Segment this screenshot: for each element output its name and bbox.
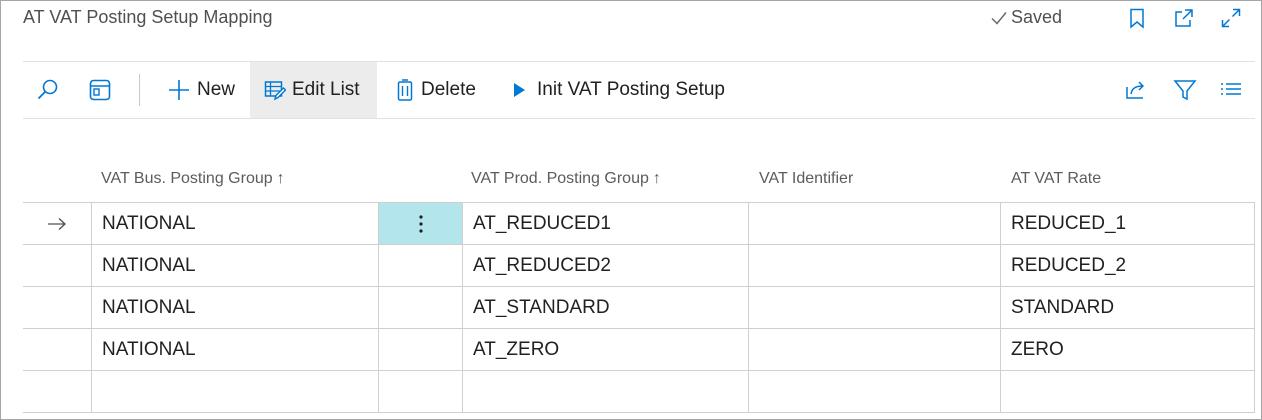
delete-button[interactable]: Delete bbox=[391, 62, 480, 118]
row-actions-button[interactable] bbox=[379, 203, 463, 244]
cell-vat-bus-posting-group[interactable]: NATIONAL bbox=[91, 287, 379, 328]
column-header-label: VAT Identifier bbox=[759, 170, 854, 187]
row-actions-cell[interactable] bbox=[379, 329, 463, 370]
init-vat-posting-setup-label: Init VAT Posting Setup bbox=[537, 79, 725, 100]
row-actions-cell[interactable] bbox=[379, 371, 463, 412]
column-header-label: VAT Prod. Posting Group bbox=[471, 170, 649, 187]
saved-label: Saved bbox=[1011, 7, 1063, 27]
init-vat-posting-setup-button[interactable]: Init VAT Posting Setup bbox=[507, 62, 729, 118]
checkmark-icon bbox=[991, 11, 1007, 25]
search-icon bbox=[37, 79, 58, 100]
cell-vat-bus-posting-group[interactable] bbox=[91, 371, 379, 412]
open-in-new-window-icon bbox=[1175, 9, 1193, 27]
edit-list-button[interactable]: Edit List bbox=[250, 62, 377, 118]
bookmark-button[interactable] bbox=[1126, 7, 1148, 29]
play-icon bbox=[514, 83, 525, 97]
column-header-vat-bus-posting-group[interactable]: VAT Bus. Posting Group ↑ bbox=[91, 156, 461, 202]
edit-list-button-label: Edit List bbox=[292, 79, 360, 100]
table-row[interactable]: NATIONAL AT_REDUCED1 REDUCED_1 bbox=[23, 203, 1255, 245]
page-frame: AT VAT Posting Setup Mapping Saved New E… bbox=[0, 0, 1262, 420]
cell-vat-bus-posting-group[interactable]: NATIONAL bbox=[91, 329, 379, 370]
view-toggle-button[interactable] bbox=[85, 62, 115, 118]
share-icon bbox=[1126, 81, 1145, 99]
filter-icon bbox=[1173, 80, 1197, 101]
row-indicator bbox=[23, 203, 91, 244]
cell-at-vat-rate[interactable] bbox=[1001, 371, 1255, 412]
cell-at-vat-rate[interactable]: ZERO bbox=[1001, 329, 1255, 370]
saved-status: Saved bbox=[989, 7, 1062, 28]
column-header-label: VAT Bus. Posting Group bbox=[101, 170, 273, 187]
cell-vat-identifier[interactable] bbox=[749, 203, 1001, 244]
table-row[interactable]: NATIONAL AT_REDUCED2 REDUCED_2 bbox=[23, 245, 1255, 287]
expand-icon bbox=[1221, 8, 1241, 28]
delete-button-label: Delete bbox=[421, 79, 476, 100]
table-row-empty[interactable] bbox=[23, 371, 1255, 413]
cell-vat-identifier[interactable] bbox=[749, 371, 1001, 412]
view-toggle-icon bbox=[89, 79, 111, 101]
sort-ascending-icon: ↑ bbox=[652, 170, 661, 187]
list-view-icon bbox=[1221, 83, 1241, 95]
cell-vat-prod-posting-group[interactable]: AT_REDUCED2 bbox=[463, 245, 749, 286]
edit-list-icon bbox=[264, 81, 286, 101]
share-button[interactable] bbox=[1123, 62, 1149, 118]
cell-vat-identifier[interactable] bbox=[749, 287, 1001, 328]
bookmark-icon bbox=[1130, 8, 1144, 29]
open-in-new-window-button[interactable] bbox=[1173, 7, 1195, 29]
page-title: AT VAT Posting Setup Mapping bbox=[23, 7, 273, 27]
table-row[interactable]: NATIONAL AT_STANDARD STANDARD bbox=[23, 287, 1255, 329]
column-header-at-vat-rate[interactable]: AT VAT Rate bbox=[1001, 156, 1255, 202]
row-actions-cell[interactable] bbox=[379, 287, 463, 328]
cell-vat-prod-posting-group[interactable] bbox=[463, 371, 749, 412]
cell-at-vat-rate[interactable]: REDUCED_1 bbox=[1001, 203, 1255, 244]
table-row[interactable]: NATIONAL AT_ZERO ZERO bbox=[23, 329, 1255, 371]
column-header-vat-identifier[interactable]: VAT Identifier bbox=[749, 156, 1001, 202]
table-rows: NATIONAL AT_REDUCED1 REDUCED_1 NATIONAL … bbox=[23, 202, 1255, 413]
column-header-label: AT VAT Rate bbox=[1011, 170, 1102, 187]
arrow-right-icon bbox=[48, 217, 66, 230]
row-actions-cell[interactable] bbox=[379, 245, 463, 286]
cell-vat-prod-posting-group[interactable]: AT_REDUCED1 bbox=[463, 203, 749, 244]
list-view-button[interactable] bbox=[1218, 62, 1244, 118]
cell-vat-prod-posting-group[interactable]: AT_STANDARD bbox=[463, 287, 749, 328]
sort-ascending-icon: ↑ bbox=[276, 170, 285, 187]
toolbar-separator bbox=[139, 74, 140, 106]
cell-vat-identifier[interactable] bbox=[749, 245, 1001, 286]
more-vertical-icon bbox=[418, 214, 423, 233]
column-header-vat-prod-posting-group[interactable]: VAT Prod. Posting Group ↑ bbox=[461, 156, 749, 202]
action-bar: New Edit List Delete Init VAT Posting Se… bbox=[23, 61, 1255, 119]
search-button[interactable] bbox=[33, 62, 63, 118]
new-button[interactable]: New bbox=[163, 62, 239, 118]
cell-vat-prod-posting-group[interactable]: AT_ZERO bbox=[463, 329, 749, 370]
cell-at-vat-rate[interactable]: REDUCED_2 bbox=[1001, 245, 1255, 286]
cell-vat-bus-posting-group[interactable]: NATIONAL bbox=[91, 245, 379, 286]
plus-icon bbox=[169, 80, 189, 100]
cell-vat-identifier[interactable] bbox=[749, 329, 1001, 370]
cell-at-vat-rate[interactable]: STANDARD bbox=[1001, 287, 1255, 328]
filter-button[interactable] bbox=[1172, 62, 1198, 118]
expand-button[interactable] bbox=[1220, 7, 1242, 29]
cell-vat-bus-posting-group[interactable]: NATIONAL bbox=[91, 203, 379, 244]
trash-icon bbox=[397, 79, 413, 101]
new-button-label: New bbox=[197, 79, 236, 100]
